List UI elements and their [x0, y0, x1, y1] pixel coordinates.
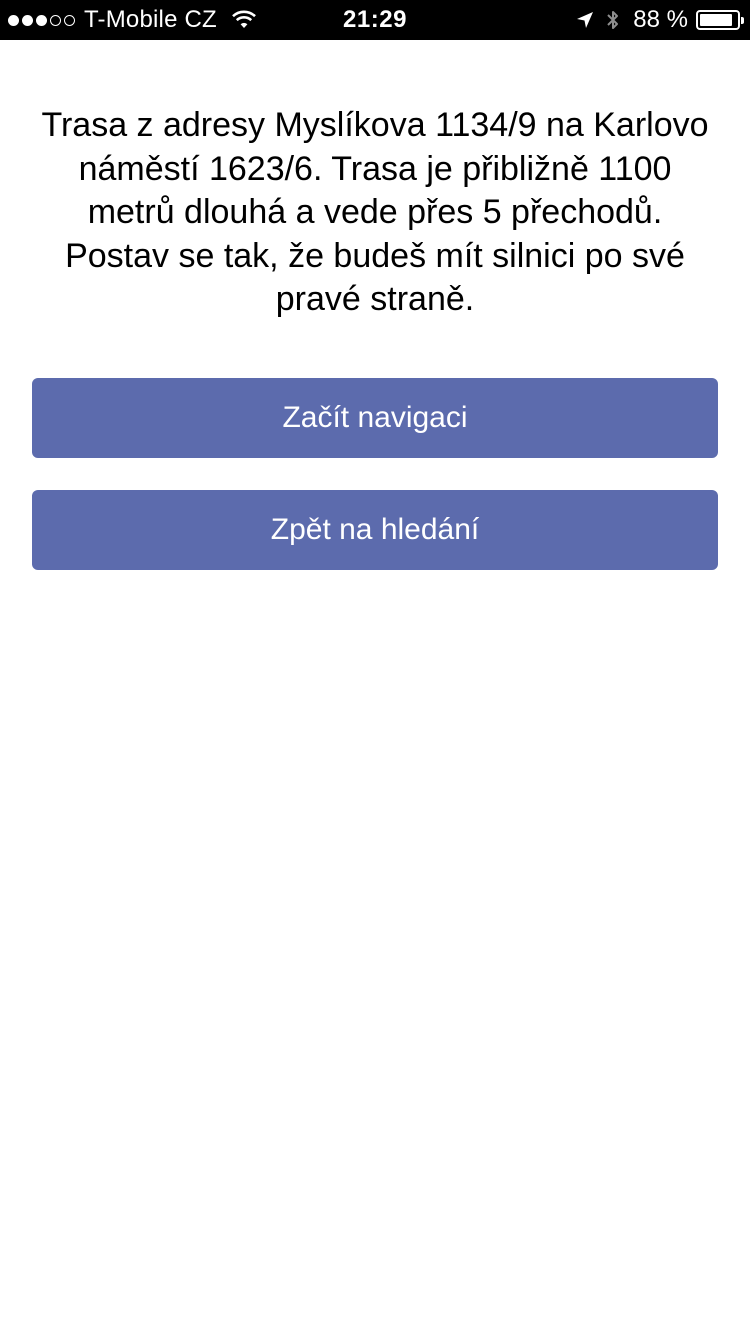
signal-dot: [64, 14, 75, 26]
start-navigation-button[interactable]: Začít navigaci: [32, 378, 718, 458]
bluetooth-icon: [607, 11, 619, 29]
battery-percentage: 88 %: [633, 6, 688, 33]
signal-dot: [22, 14, 33, 26]
status-bar-right: 88 %: [575, 0, 744, 40]
route-info: Trasa z adresy Myslíkova 1134/9 na Karlo…: [32, 104, 718, 322]
back-to-search-button[interactable]: Zpět na hledání: [32, 490, 718, 570]
status-bar-left: T-Mobile CZ: [8, 0, 257, 40]
signal-dot: [8, 14, 19, 26]
location-arrow-icon: [577, 12, 594, 28]
signal-dot: [36, 14, 47, 26]
carrier-name: T-Mobile CZ: [84, 6, 217, 33]
route-description: Trasa z adresy Myslíkova 1134/9 na Karlo…: [41, 106, 709, 318]
battery-icon: [696, 10, 744, 30]
signal-dot: [50, 14, 61, 26]
status-bar: T-Mobile CZ 21:29 88 %: [0, 0, 750, 40]
battery-cap: [741, 17, 744, 24]
battery-level-fill: [700, 14, 732, 26]
signal-strength-indicator: [8, 14, 78, 26]
wifi-icon: [231, 10, 256, 28]
